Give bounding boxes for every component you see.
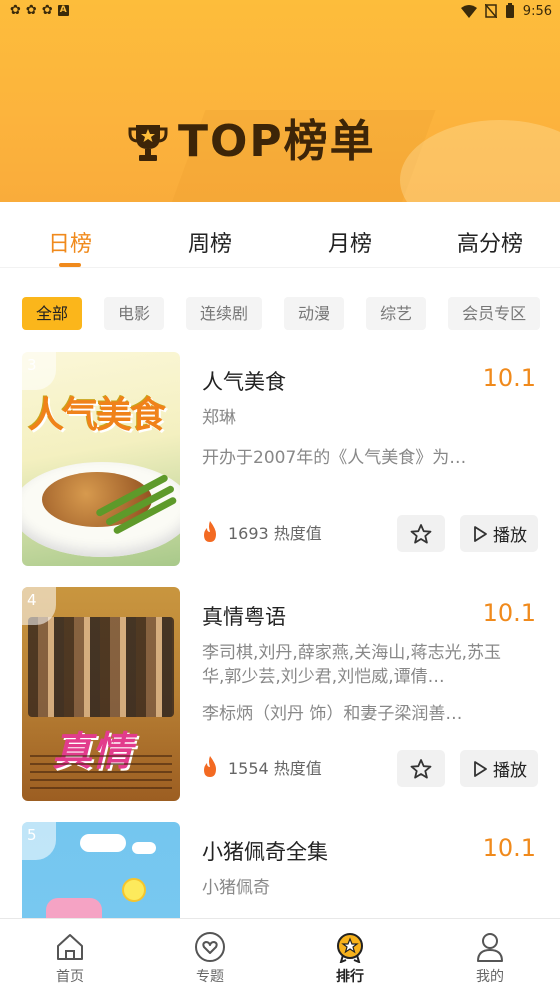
nav-home[interactable]: 首页 [0,919,140,997]
tab-daily[interactable]: 日榜 [0,202,140,267]
wifi-icon [460,4,477,18]
banner-title-text: TOP榜单 [178,116,376,167]
no-sim-icon [484,4,497,18]
nav-ranking[interactable]: 排行 [280,919,420,997]
home-icon [57,934,83,960]
tab-top-rated[interactable]: 高分榜 [420,202,560,267]
filter-anime[interactable]: 动漫 [284,297,345,330]
star-icon [410,523,432,544]
nav-profile[interactable]: 我的 [420,919,560,997]
nav-label: 首页 [56,969,84,985]
item-title[interactable]: 真情粤语 [202,601,286,631]
tab-label: 日榜 [47,232,92,257]
status-bar: ✿ ✿ ✿ A 9:56 [0,0,560,26]
list-item[interactable]: 真情 4 真情粤语 10.1 李司棋,刘丹,薛家燕,关海山,蒋志光,苏玉华,郭少… [0,587,560,801]
item-cast: 李司棋,刘丹,薛家燕,关海山,蒋志光,苏玉华,郭少芸,刘少君,刘恺威,谭倩… [202,643,502,687]
play-icon [474,760,487,777]
item-score: 10.1 [482,364,536,392]
status-time: 9:56 [522,3,552,19]
heat-stat: 1693 热度值 [200,520,322,544]
favorite-button[interactable] [397,515,445,552]
poster-art [80,834,126,852]
star-icon [410,758,432,779]
item-title[interactable]: 人气美食 [202,366,286,396]
profile-icon [477,933,503,962]
filter-variety[interactable]: 综艺 [366,297,427,330]
item-score: 10.1 [482,599,536,627]
play-label: 播放 [493,761,527,781]
poster-art [30,755,172,795]
nav-label: 排行 [336,969,364,985]
notification-icons: ✿ ✿ ✿ A [10,3,69,18]
poster-title-art: 人气美食 [28,395,166,436]
rank-badge: 5 [22,822,56,860]
item-description: 开办于2007年的《人气美食》为… [202,448,467,468]
rank-badge: 3 [22,352,56,390]
poster-art [28,617,174,717]
favorite-button[interactable] [397,750,445,787]
filter-vip[interactable]: 会员专区 [448,297,541,330]
top-banner: ✿ ✿ ✿ A 9:56 TOP榜单 [0,0,560,202]
tab-label: 周榜 [187,232,232,257]
poster-image[interactable]: 人气美食 3 [22,352,180,566]
nav-topics[interactable]: 专题 [140,919,280,997]
play-button[interactable]: 播放 [460,750,538,787]
filter-all[interactable]: 全部 [22,297,83,330]
item-cast: 郑琳 [202,408,236,428]
tab-label: 月榜 [327,232,372,257]
ranking-medal-icon [337,933,363,963]
item-cast: 小猪佩奇 [202,878,270,898]
heat-value: 1693 热度值 [228,524,322,543]
trophy-icon [128,125,168,161]
item-score: 10.1 [482,834,536,862]
bottom-navigation: 首页 专题 排行 我的 [0,918,560,997]
app-notification-icon: A [57,5,69,16]
list-item[interactable]: 人气美食 3 人气美食 10.1 郑琳 开办于2007年的《人气美食》为… 16… [0,352,560,566]
fire-icon [204,521,216,542]
tab-weekly[interactable]: 周榜 [140,202,280,267]
app-notification-icon: ✿ [41,3,53,18]
active-tab-indicator [59,263,81,267]
battery-icon [505,3,514,18]
fire-icon [204,756,216,777]
tab-monthly[interactable]: 月榜 [280,202,420,267]
item-description: 李标炳（刘丹 饰）和妻子梁润善… [202,704,463,724]
play-button[interactable]: 播放 [460,515,538,552]
poster-art [46,898,102,920]
filter-series[interactable]: 连续剧 [186,297,263,330]
filter-movie[interactable]: 电影 [104,297,165,330]
app-notification-icon: ✿ [10,3,21,18]
poster-image[interactable]: 真情 4 [22,587,180,801]
nav-label: 专题 [196,969,224,985]
heat-value: 1554 热度值 [228,759,322,778]
nav-label: 我的 [476,969,504,985]
play-icon [474,525,487,542]
category-filters: 全部 电影 连续剧 动漫 综艺 会员专区 [22,297,541,330]
banner-title: TOP榜单 [128,118,376,166]
heat-stat: 1554 热度值 [200,755,322,779]
play-label: 播放 [493,526,527,546]
heart-icon [195,932,225,962]
poster-art [122,878,146,902]
app-notification-icon: ✿ [25,3,37,18]
poster-art [132,842,156,854]
system-status: 9:56 [460,3,552,19]
tab-label: 高分榜 [456,232,523,257]
item-title[interactable]: 小猪佩奇全集 [202,836,328,866]
ranking-tabs: 日榜 周榜 月榜 高分榜 [0,202,560,268]
